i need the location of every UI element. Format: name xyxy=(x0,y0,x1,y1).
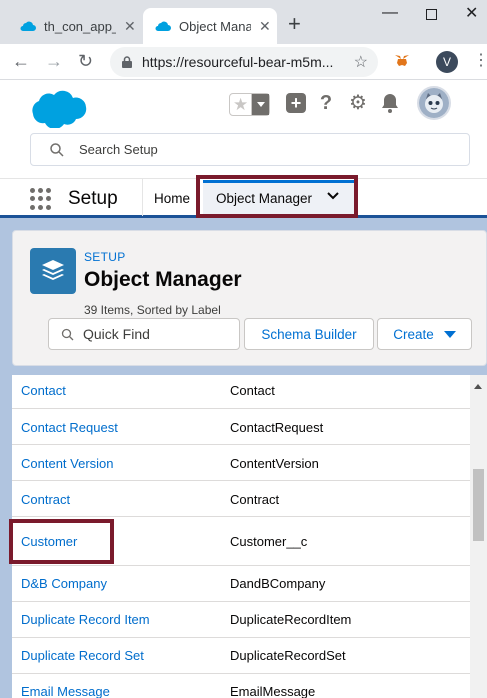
object-api-name: ContentVersion xyxy=(230,456,319,471)
help-icon[interactable]: ? xyxy=(315,92,337,114)
object-manager-layers-icon xyxy=(30,248,76,294)
object-label-link[interactable]: Contract xyxy=(21,492,70,507)
create-button-label: Create xyxy=(393,326,434,342)
object-label-link[interactable]: Contact xyxy=(21,383,66,398)
astro-avatar-icon xyxy=(419,88,449,118)
search-icon xyxy=(50,142,64,157)
window-close-icon[interactable]: ✕ xyxy=(465,5,478,23)
browser-toolbar: ← → ↻ https://resourceful-bear-m5m... ☆ … xyxy=(0,44,487,80)
table-scrollbar[interactable] xyxy=(470,375,487,698)
address-bar[interactable]: https://resourceful-bear-m5m... ☆ xyxy=(110,47,378,77)
table-row: Duplicate Record Item DuplicateRecordIte… xyxy=(12,602,470,638)
object-label-link[interactable]: D&B Company xyxy=(21,576,107,591)
object-api-name: ContactRequest xyxy=(230,420,324,435)
table-row: Duplicate Record Set DuplicateRecordSet xyxy=(12,638,470,674)
reload-icon[interactable]: ↻ xyxy=(78,50,93,72)
object-manager-header-card: SETUP Object Manager 39 Items, Sorted by… xyxy=(12,230,487,366)
object-label-link[interactable]: Duplicate Record Item xyxy=(21,612,150,627)
table-row: Contact Request ContactRequest xyxy=(12,409,470,445)
gear-icon[interactable]: ⚙ xyxy=(347,92,369,114)
search-icon xyxy=(61,328,74,340)
create-button[interactable]: Create xyxy=(377,318,472,350)
favorites-dropdown-icon[interactable] xyxy=(251,94,269,115)
item-count: 39 Items, Sorted by Label xyxy=(84,303,221,317)
app-name: Setup xyxy=(68,188,118,209)
maximize-icon[interactable] xyxy=(426,9,437,20)
object-api-name: Contract xyxy=(230,492,280,507)
app-launcher-icon[interactable] xyxy=(30,188,52,210)
salesforce-cloud-icon xyxy=(155,21,171,31)
nav-divider xyxy=(142,179,143,216)
table-row: D&B Company DandBCompany xyxy=(12,566,470,602)
tab-label: Object Mana xyxy=(179,18,251,34)
browser-menu-icon[interactable]: ⋮ xyxy=(473,51,487,71)
object-api-name: Customer__c xyxy=(230,534,308,549)
object-label-link[interactable]: Content Version xyxy=(21,456,114,471)
user-avatar[interactable] xyxy=(417,86,451,120)
object-label-link[interactable]: Duplicate Record Set xyxy=(21,648,144,663)
table-row: Content Version ContentVersion xyxy=(12,445,470,481)
bell-icon[interactable] xyxy=(379,92,401,114)
salesforce-logo[interactable] xyxy=(30,88,88,128)
quick-find-box[interactable] xyxy=(48,318,240,350)
close-tab-icon[interactable]: ✕ xyxy=(124,18,136,35)
scroll-up-arrow-icon[interactable] xyxy=(474,384,482,389)
favorites-group[interactable]: ★ xyxy=(229,93,270,116)
table-row: Contract Contract xyxy=(12,481,470,517)
page-kicker: SETUP xyxy=(84,250,126,264)
scrollbar-thumb[interactable] xyxy=(473,469,484,541)
annotation-highlight-customer xyxy=(9,519,114,564)
caret-down-icon xyxy=(443,330,456,338)
close-tab-icon[interactable]: ✕ xyxy=(259,18,271,35)
browser-tab-active[interactable]: Object Mana ✕ xyxy=(143,8,277,44)
lock-icon xyxy=(122,56,132,68)
back-arrow-icon[interactable]: ← xyxy=(12,50,30,72)
object-label-link[interactable]: Email Message xyxy=(21,684,110,698)
object-api-name: DuplicateRecordItem xyxy=(230,612,352,627)
url-text: https://resourceful-bear-m5m... xyxy=(142,54,334,70)
table-row: Email Message EmailMessage xyxy=(12,674,470,698)
object-api-name: Contact xyxy=(230,383,275,398)
browser-tab-strip: th_con_app_ ✕ Object Mana ✕ + — ✕ xyxy=(0,0,487,44)
quick-find-input[interactable] xyxy=(83,326,233,342)
bookmark-star-icon[interactable]: ☆ xyxy=(354,52,368,72)
browser-tab-inactive[interactable]: th_con_app_ ✕ xyxy=(8,8,142,44)
schema-builder-button[interactable]: Schema Builder xyxy=(244,318,374,350)
setup-search-input[interactable] xyxy=(79,142,459,157)
object-api-name: DuplicateRecordSet xyxy=(230,648,346,663)
object-api-name: DandBCompany xyxy=(230,576,326,591)
object-label-link[interactable]: Contact Request xyxy=(21,420,118,435)
new-tab-button[interactable]: + xyxy=(288,13,301,35)
tab-label: th_con_app_ xyxy=(44,18,116,34)
profile-avatar[interactable]: V xyxy=(436,51,458,73)
object-api-name: EmailMessage xyxy=(230,684,316,698)
minimize-icon[interactable]: — xyxy=(382,4,398,22)
salesforce-cloud-icon xyxy=(20,21,36,31)
favorite-star-icon[interactable]: ★ xyxy=(233,95,248,115)
global-actions-icon[interactable]: + xyxy=(285,92,307,114)
nav-tab-home[interactable]: Home xyxy=(154,191,190,206)
annotation-highlight-object-manager xyxy=(196,175,358,218)
forward-arrow-icon[interactable]: → xyxy=(45,50,63,72)
table-row: Contact Contact xyxy=(12,375,470,409)
setup-search-box[interactable] xyxy=(30,133,470,166)
salesforce-header: ★ + ? ⚙ xyxy=(0,80,487,178)
page-title: Object Manager xyxy=(84,268,242,291)
metamask-fox-icon[interactable] xyxy=(394,53,410,69)
